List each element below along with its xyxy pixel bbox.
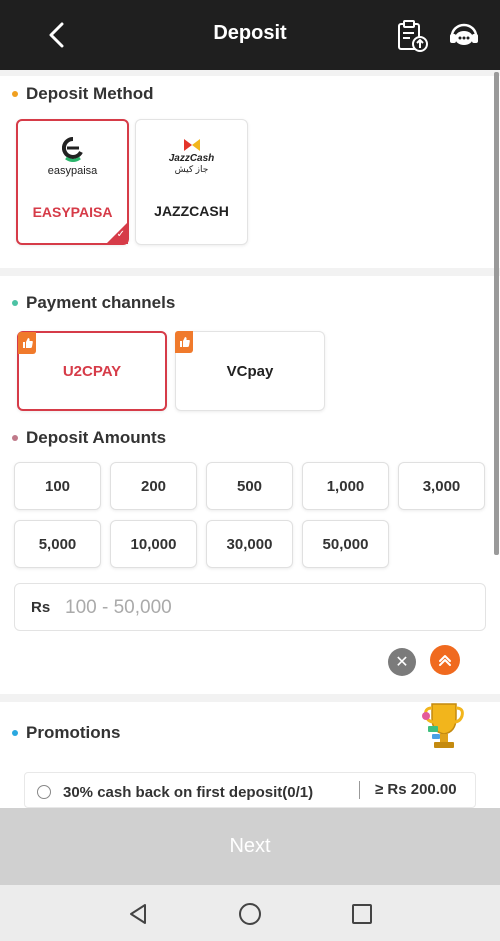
- system-nav-bar: [0, 885, 500, 941]
- check-icon: ✓: [116, 229, 125, 240]
- deposit-amounts-title: Deposit Amounts: [12, 428, 166, 448]
- promotions-section: Promotions 30% cash back on first deposi…: [0, 702, 500, 808]
- amount-option[interactable]: 200: [110, 462, 197, 510]
- payment-section: Payment channels U2CPAY VCpay Deposit Am…: [0, 276, 500, 694]
- jazzcash-logo-icon: [183, 139, 200, 151]
- deposit-method-title: Deposit Method: [12, 84, 154, 104]
- bullet-icon: [12, 435, 18, 441]
- amount-input-field: Rs: [14, 583, 486, 631]
- promotions-title: Promotions: [12, 723, 120, 743]
- channel-vcpay[interactable]: VCpay: [175, 331, 325, 411]
- amount-option[interactable]: 5,000: [14, 520, 101, 568]
- currency-label: Rs: [31, 599, 51, 616]
- next-button[interactable]: Next: [0, 808, 500, 885]
- jazzcash-logo: JazzCash جاز کیش: [136, 132, 247, 180]
- close-icon: ✕: [395, 654, 409, 671]
- thumbs-up-badge-icon: [18, 332, 36, 354]
- bullet-icon: [12, 91, 18, 97]
- amount-option[interactable]: 50,000: [302, 520, 389, 568]
- method-easypaisa[interactable]: easypaisa EASYPAISA ✓: [16, 119, 129, 245]
- amount-option[interactable]: 10,000: [110, 520, 197, 568]
- bullet-icon: [12, 730, 18, 736]
- amount-option[interactable]: 30,000: [206, 520, 293, 568]
- amount-option[interactable]: 1,000: [302, 462, 389, 510]
- chat-support-icon: [450, 23, 478, 45]
- promotion-option[interactable]: 30% cash back on first deposit(0/1) ≥ Rs…: [24, 772, 476, 808]
- thumbs-up-badge-icon: [175, 331, 193, 353]
- double-chevron-up-icon: [439, 655, 451, 666]
- trophy-icon: [414, 702, 472, 754]
- method-jazzcash[interactable]: JazzCash جاز کیش JAZZCASH: [135, 119, 248, 245]
- divider: [359, 781, 360, 799]
- amount-input[interactable]: [65, 594, 465, 622]
- amount-option[interactable]: 100: [14, 462, 101, 510]
- nav-recents-icon[interactable]: [350, 902, 374, 926]
- deposit-records-button[interactable]: [394, 18, 430, 54]
- collapse-button[interactable]: [430, 645, 460, 675]
- scrollbar[interactable]: [494, 72, 499, 555]
- channel-u2cpay[interactable]: U2CPAY: [17, 331, 167, 411]
- clipboard-upload-icon: [398, 20, 428, 52]
- amount-option[interactable]: 3,000: [398, 462, 485, 510]
- nav-home-icon[interactable]: [238, 902, 262, 926]
- customer-service-button[interactable]: [446, 18, 482, 54]
- payment-channels-title: Payment channels: [12, 293, 175, 313]
- amount-option[interactable]: 500: [206, 462, 293, 510]
- radio-button[interactable]: [37, 785, 51, 799]
- easypaisa-logo-icon: [61, 137, 83, 162]
- easypaisa-logo: easypaisa: [18, 133, 127, 181]
- nav-back-icon[interactable]: [126, 902, 150, 926]
- bullet-icon: [12, 300, 18, 306]
- app-header: Deposit: [0, 0, 500, 70]
- deposit-method-section: Deposit Method easypaisa EASYPAISA ✓ Jaz…: [0, 76, 500, 268]
- clear-button[interactable]: ✕: [388, 648, 416, 676]
